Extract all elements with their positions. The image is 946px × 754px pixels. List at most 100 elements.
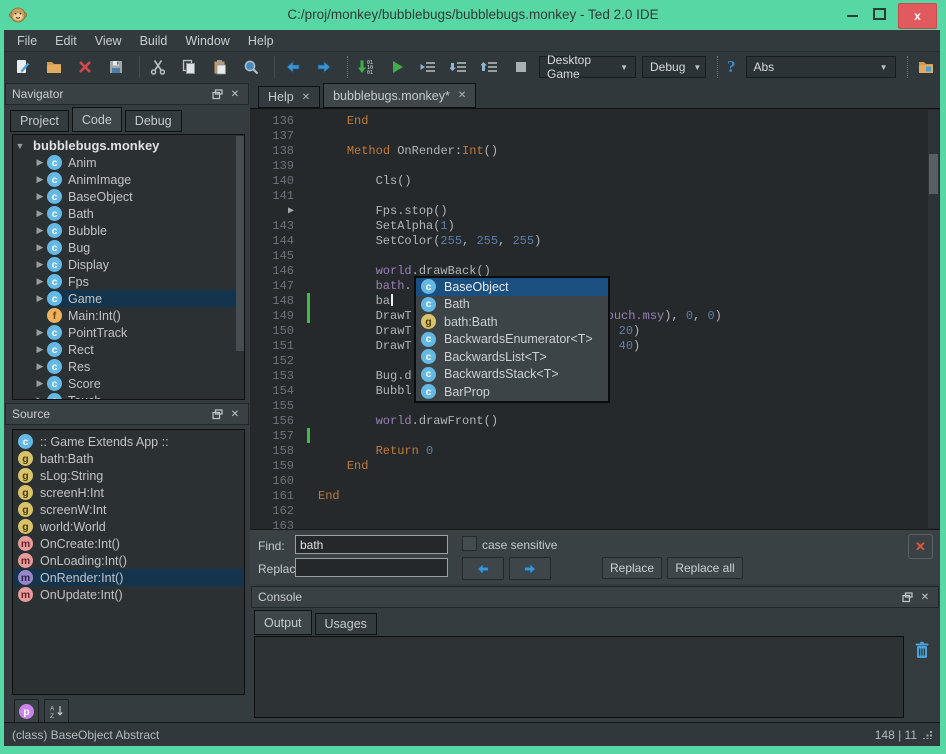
autocomplete-item-bath[interactable]: cBath	[416, 296, 608, 314]
forward-icon[interactable]	[311, 54, 337, 80]
stop-icon[interactable]	[508, 54, 534, 80]
tree-item-baseobject[interactable]: ▶cBaseObject	[13, 188, 244, 205]
minimize-button[interactable]	[847, 15, 858, 17]
maximize-button[interactable]	[873, 8, 886, 20]
open-file-icon[interactable]	[41, 54, 67, 80]
copy-icon[interactable]	[176, 54, 202, 80]
code-line[interactable]: 158 Return 0	[250, 443, 926, 458]
clear-console-button[interactable]	[911, 638, 933, 662]
close-panel-icon[interactable]: ✕	[918, 590, 932, 604]
source-item-slog-string[interactable]: gsLog:String	[13, 467, 244, 484]
step-over-icon[interactable]	[415, 54, 441, 80]
close-tab-icon[interactable]: ✕	[302, 92, 310, 103]
expand-icon[interactable]: ▶	[33, 174, 47, 185]
expand-icon[interactable]: ▶	[33, 259, 47, 270]
code-line[interactable]: ▶ Fps.stop()	[250, 203, 926, 218]
run-icon[interactable]	[384, 54, 410, 80]
tree-scrollbar[interactable]	[236, 136, 244, 394]
autocomplete-item-backwardslist-t[interactable]: cBackwardsList<T>	[416, 348, 608, 366]
resize-grip[interactable]	[923, 730, 932, 739]
menu-help[interactable]: Help	[239, 34, 283, 48]
source-item-screenw-int[interactable]: gscreenW:Int	[13, 501, 244, 518]
expand-icon[interactable]: ▶	[33, 293, 47, 304]
expand-icon[interactable]: ▶	[33, 191, 47, 202]
code-line[interactable]: 139	[250, 158, 926, 173]
nav-tab-project[interactable]: Project	[10, 110, 69, 132]
source-item-game-extends-app[interactable]: c:: Game Extends App ::	[13, 433, 244, 450]
tree-item-fps[interactable]: ▶cFps	[13, 273, 244, 290]
expand-icon[interactable]: ▶	[33, 208, 47, 219]
tree-item-score[interactable]: ▶cScore	[13, 375, 244, 392]
tree-item-bug[interactable]: ▶cBug	[13, 239, 244, 256]
close-file-icon[interactable]	[72, 54, 98, 80]
close-find-icon[interactable]: ✕	[908, 534, 933, 559]
source-item-oncreate-int[interactable]: mOnCreate:Int()	[13, 535, 244, 552]
nav-tab-code[interactable]: Code	[72, 107, 122, 132]
code-line[interactable]: 144 SetColor(255, 255, 255)	[250, 233, 926, 248]
step-into-icon[interactable]	[446, 54, 472, 80]
float-panel-icon[interactable]	[210, 407, 224, 421]
close-tab-icon[interactable]: ✕	[458, 90, 466, 101]
close-panel-icon[interactable]: ✕	[228, 407, 242, 421]
console-tab-output[interactable]: Output	[254, 610, 312, 635]
source-item-onrender-int[interactable]: mOnRender:Int()	[13, 569, 244, 586]
tree-item-animimage[interactable]: ▶cAnimImage	[13, 171, 244, 188]
step-out-icon[interactable]	[477, 54, 503, 80]
code-line[interactable]: 159 End	[250, 458, 926, 473]
back-icon[interactable]	[280, 54, 306, 80]
tree-item-main-int[interactable]: fMain:Int()	[13, 307, 244, 324]
locate-select[interactable]: Abs ▼	[746, 56, 896, 78]
editor-tab-bubblebugs-monkey[interactable]: bubblebugs.monkey*✕	[323, 83, 476, 108]
code-line[interactable]: 156 world.drawFront()	[250, 413, 926, 428]
code-line[interactable]: 157	[250, 428, 926, 443]
close-button[interactable]: x	[898, 3, 937, 29]
code-line[interactable]: 143 SetAlpha(1)	[250, 218, 926, 233]
tree-scrollbar-thumb[interactable]	[236, 136, 244, 351]
code-line[interactable]: 161End	[250, 488, 926, 503]
autocomplete-item-backwardsstack-t[interactable]: cBackwardsStack<T>	[416, 366, 608, 384]
console-tab-usages[interactable]: Usages	[315, 613, 377, 635]
expand-icon[interactable]: ▶	[33, 225, 47, 236]
help-icon[interactable]: ?	[727, 57, 736, 77]
menu-window[interactable]: Window	[176, 34, 238, 48]
source-item-world-world[interactable]: gworld:World	[13, 518, 244, 535]
code-line[interactable]: 145	[250, 248, 926, 263]
code-line[interactable]: 141	[250, 188, 926, 203]
code-line[interactable]: 160	[250, 473, 926, 488]
sort-alpha-button[interactable]: AZ	[44, 699, 69, 724]
float-panel-icon[interactable]	[210, 87, 224, 101]
editor-scrollbar-thumb[interactable]	[929, 154, 938, 194]
autocomplete-item-barprop[interactable]: cBarProp	[416, 383, 608, 401]
tree-item-display[interactable]: ▶cDisplay	[13, 256, 244, 273]
close-panel-icon[interactable]: ✕	[228, 87, 242, 101]
autocomplete-item-baseobject[interactable]: cBaseObject	[416, 278, 608, 296]
code-line[interactable]: 140 Cls()	[250, 173, 926, 188]
case-sensitive-checkbox[interactable]	[462, 536, 477, 551]
code-line[interactable]: 137	[250, 128, 926, 143]
find-previous-button[interactable]	[462, 557, 504, 580]
tree-item-game[interactable]: ▶cGame	[13, 290, 244, 307]
new-file-icon[interactable]	[10, 54, 36, 80]
collapse-icon[interactable]: ▼	[13, 141, 27, 151]
cut-icon[interactable]	[145, 54, 171, 80]
target-select[interactable]: Desktop Game ▼	[539, 56, 636, 78]
editor-scrollbar[interactable]	[928, 110, 939, 528]
source-item-bath-bath[interactable]: gbath:Bath	[13, 450, 244, 467]
tree-item-bubble[interactable]: ▶cBubble	[13, 222, 244, 239]
code-line[interactable]: 162	[250, 503, 926, 518]
tree-item-bubblebugs-monkey[interactable]: ▼bubblebugs.monkey	[13, 137, 244, 154]
expand-icon[interactable]: ▶	[33, 361, 47, 372]
lock-build-folder-icon[interactable]	[913, 54, 939, 80]
menu-build[interactable]: Build	[131, 34, 177, 48]
menu-file[interactable]: File	[8, 34, 46, 48]
source-item-onupdate-int[interactable]: mOnUpdate:Int()	[13, 586, 244, 603]
source-item-onloading-int[interactable]: mOnLoading:Int()	[13, 552, 244, 569]
tree-item-bath[interactable]: ▶cBath	[13, 205, 244, 222]
menu-view[interactable]: View	[86, 34, 131, 48]
code-editor[interactable]: 136 End137138 Method OnRender:Int()13914…	[250, 108, 940, 529]
expand-icon[interactable]: ▶	[33, 378, 47, 389]
config-select[interactable]: Debug ▼	[642, 56, 706, 78]
replace-all-button[interactable]: Replace all	[667, 557, 743, 579]
replace-input[interactable]	[295, 558, 448, 577]
code-line[interactable]: 136 End	[250, 113, 926, 128]
